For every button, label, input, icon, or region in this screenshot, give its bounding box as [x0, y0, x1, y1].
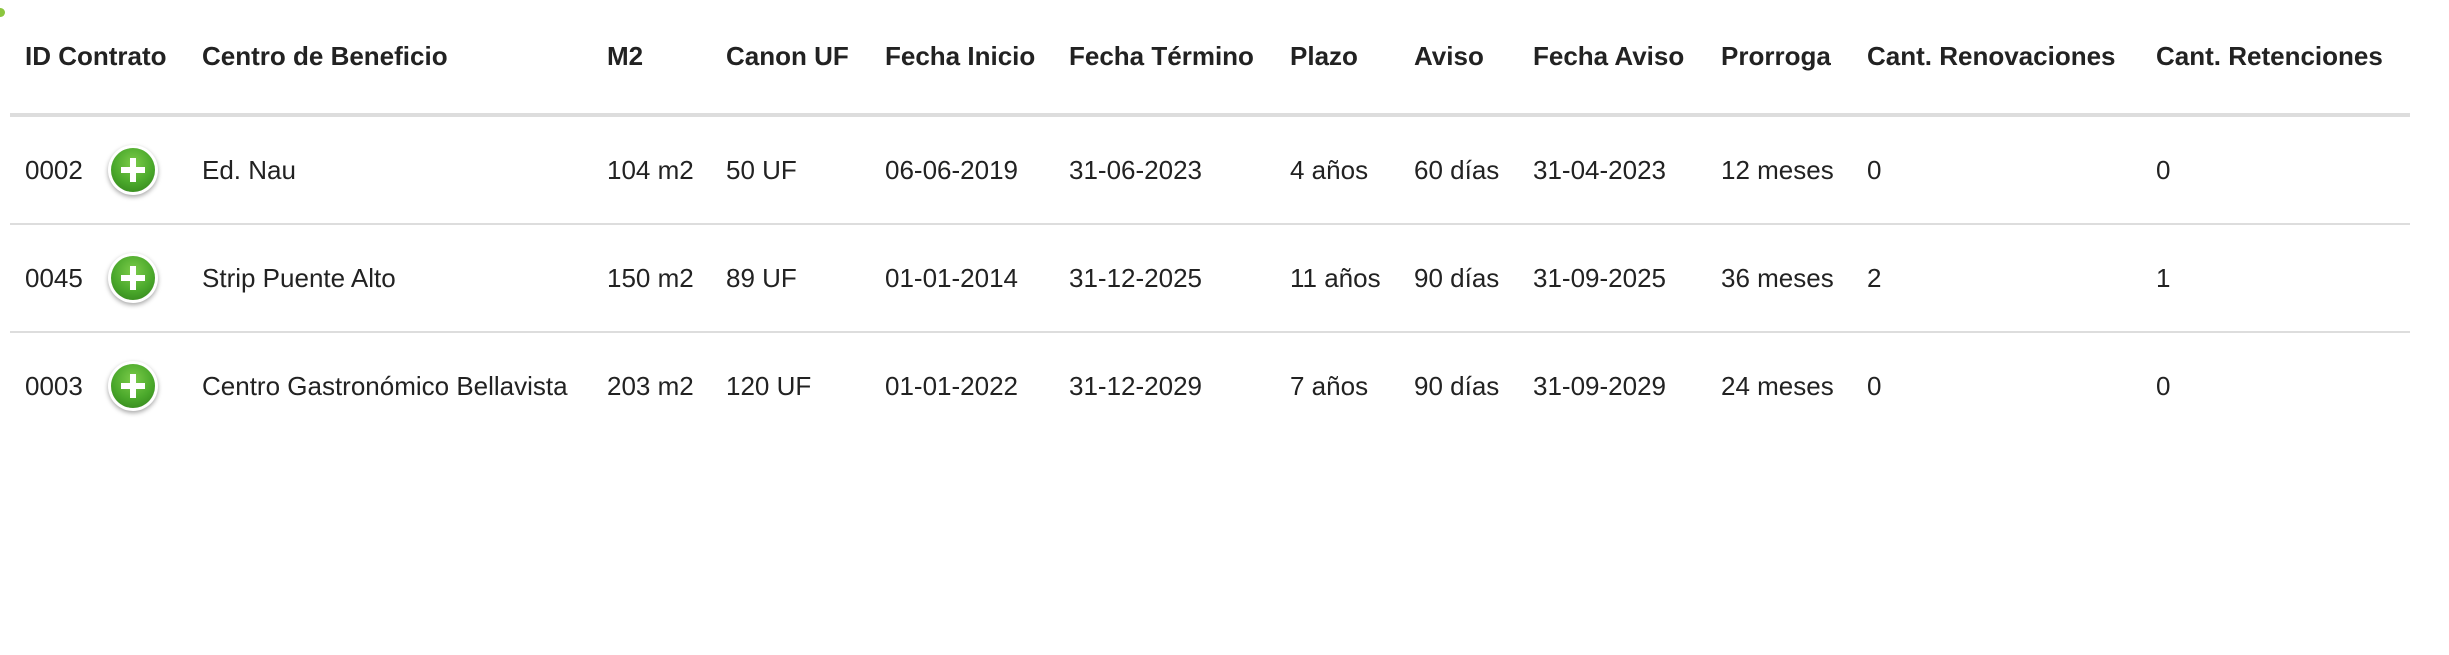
header-fecha-inicio[interactable]: Fecha Inicio	[870, 0, 1054, 117]
table-body: 0002 Ed. Nau 104 m2 50 UF 06-06-2019 31-…	[10, 115, 2410, 439]
cell-fecha-inicio: 06-06-2019	[870, 115, 1054, 225]
contract-id: 0045	[25, 262, 83, 293]
header-id-contrato[interactable]: ID Contrato	[10, 0, 187, 117]
contracts-table: ID Contrato Centro de Beneficio M2 Canon…	[10, 0, 2410, 439]
header-fecha-termino[interactable]: Fecha Término	[1054, 0, 1275, 117]
header-centro-beneficio[interactable]: Centro de Beneficio	[187, 0, 592, 117]
id-cell-wrap: 0045	[25, 256, 187, 300]
plus-circle-icon[interactable]	[111, 148, 155, 192]
cell-plazo: 11 años	[1275, 224, 1399, 333]
cell-fecha-aviso: 31-09-2025	[1518, 224, 1706, 333]
plus-circle-icon[interactable]	[111, 256, 155, 300]
header-row: ID Contrato Centro de Beneficio M2 Canon…	[10, 0, 2410, 117]
header-cant-retenciones[interactable]: Cant. Retenciones	[2141, 0, 2410, 117]
cell-cant-retenciones: 1	[2141, 224, 2410, 333]
cell-fecha-inicio: 01-01-2022	[885, 370, 1018, 401]
cell-prorroga: 24 meses	[1721, 370, 1834, 401]
cell-fecha-termino: 31-12-2029	[1069, 370, 1202, 401]
id-cell-wrap: 0003	[25, 364, 187, 408]
cell-aviso: 60 días	[1399, 115, 1518, 225]
header-canon-uf[interactable]: Canon UF	[711, 0, 870, 117]
header-m2[interactable]: M2	[592, 0, 711, 117]
status-dot	[0, 8, 5, 17]
cell-id-contrato: 0002	[10, 115, 187, 225]
cell-aviso: 90 días	[1399, 224, 1518, 333]
plus-circle-icon[interactable]	[111, 364, 155, 408]
header-plazo[interactable]: Plazo	[1275, 0, 1399, 117]
table-row: 0045 Strip Puente Alto 150 m2 89 UF 01-0…	[10, 224, 2410, 333]
cell-prorroga: 36 meses	[1706, 224, 1852, 333]
cell-cant-renovaciones: 0	[1867, 370, 1882, 401]
cell-plazo: 7 años	[1290, 370, 1369, 401]
cell-cant-renovaciones: 0	[1852, 115, 2141, 225]
cell-aviso: 90 días	[1414, 370, 1500, 401]
cell-cant-renovaciones: 2	[1852, 224, 2141, 333]
header-cant-renovaciones[interactable]: Cant. Renovaciones	[1852, 0, 2141, 117]
cell-canon-uf: 120 UF	[726, 370, 812, 401]
contract-id: 0002	[25, 154, 83, 185]
cell-canon-uf: 50 UF	[711, 115, 870, 225]
cell-cant-retenciones: 0	[2141, 115, 2410, 225]
cell-m2: 104 m2	[592, 115, 711, 225]
cell-plazo: 4 años	[1275, 115, 1399, 225]
header-prorroga[interactable]: Prorroga	[1706, 0, 1852, 117]
cell-fecha-aviso: 31-04-2023	[1518, 115, 1706, 225]
cell-fecha-inicio: 01-01-2014	[870, 224, 1054, 333]
cell-centro-beneficio: Strip Puente Alto	[187, 224, 592, 333]
contracts-table-container: ID Contrato Centro de Beneficio M2 Canon…	[10, 0, 2410, 439]
cell-centro-beneficio: Centro Gastronómico Bellavista	[202, 370, 568, 401]
cell-canon-uf: 89 UF	[711, 224, 870, 333]
cell-cant-retenciones: 0	[2156, 370, 2171, 401]
cell-centro-beneficio: Ed. Nau	[187, 115, 592, 225]
table-header: ID Contrato Centro de Beneficio M2 Canon…	[10, 0, 2410, 117]
cell-m2: 150 m2	[592, 224, 711, 333]
table-row: 0003 Centro Gastronómico Bellavista 203 …	[10, 332, 2410, 439]
contract-id: 0003	[25, 370, 83, 401]
cell-fecha-termino: 31-06-2023	[1054, 115, 1275, 225]
cell-prorroga: 12 meses	[1706, 115, 1852, 225]
cell-fecha-aviso: 31-09-2029	[1533, 370, 1666, 401]
cell-id-contrato: 0003	[10, 332, 187, 439]
header-aviso[interactable]: Aviso	[1399, 0, 1518, 117]
id-cell-wrap: 0002	[25, 148, 187, 192]
cell-id-contrato: 0045	[10, 224, 187, 333]
cell-fecha-termino: 31-12-2025	[1054, 224, 1275, 333]
table-row: 0002 Ed. Nau 104 m2 50 UF 06-06-2019 31-…	[10, 115, 2410, 225]
cell-m2: 203 m2	[607, 370, 694, 401]
header-fecha-aviso[interactable]: Fecha Aviso	[1518, 0, 1706, 117]
